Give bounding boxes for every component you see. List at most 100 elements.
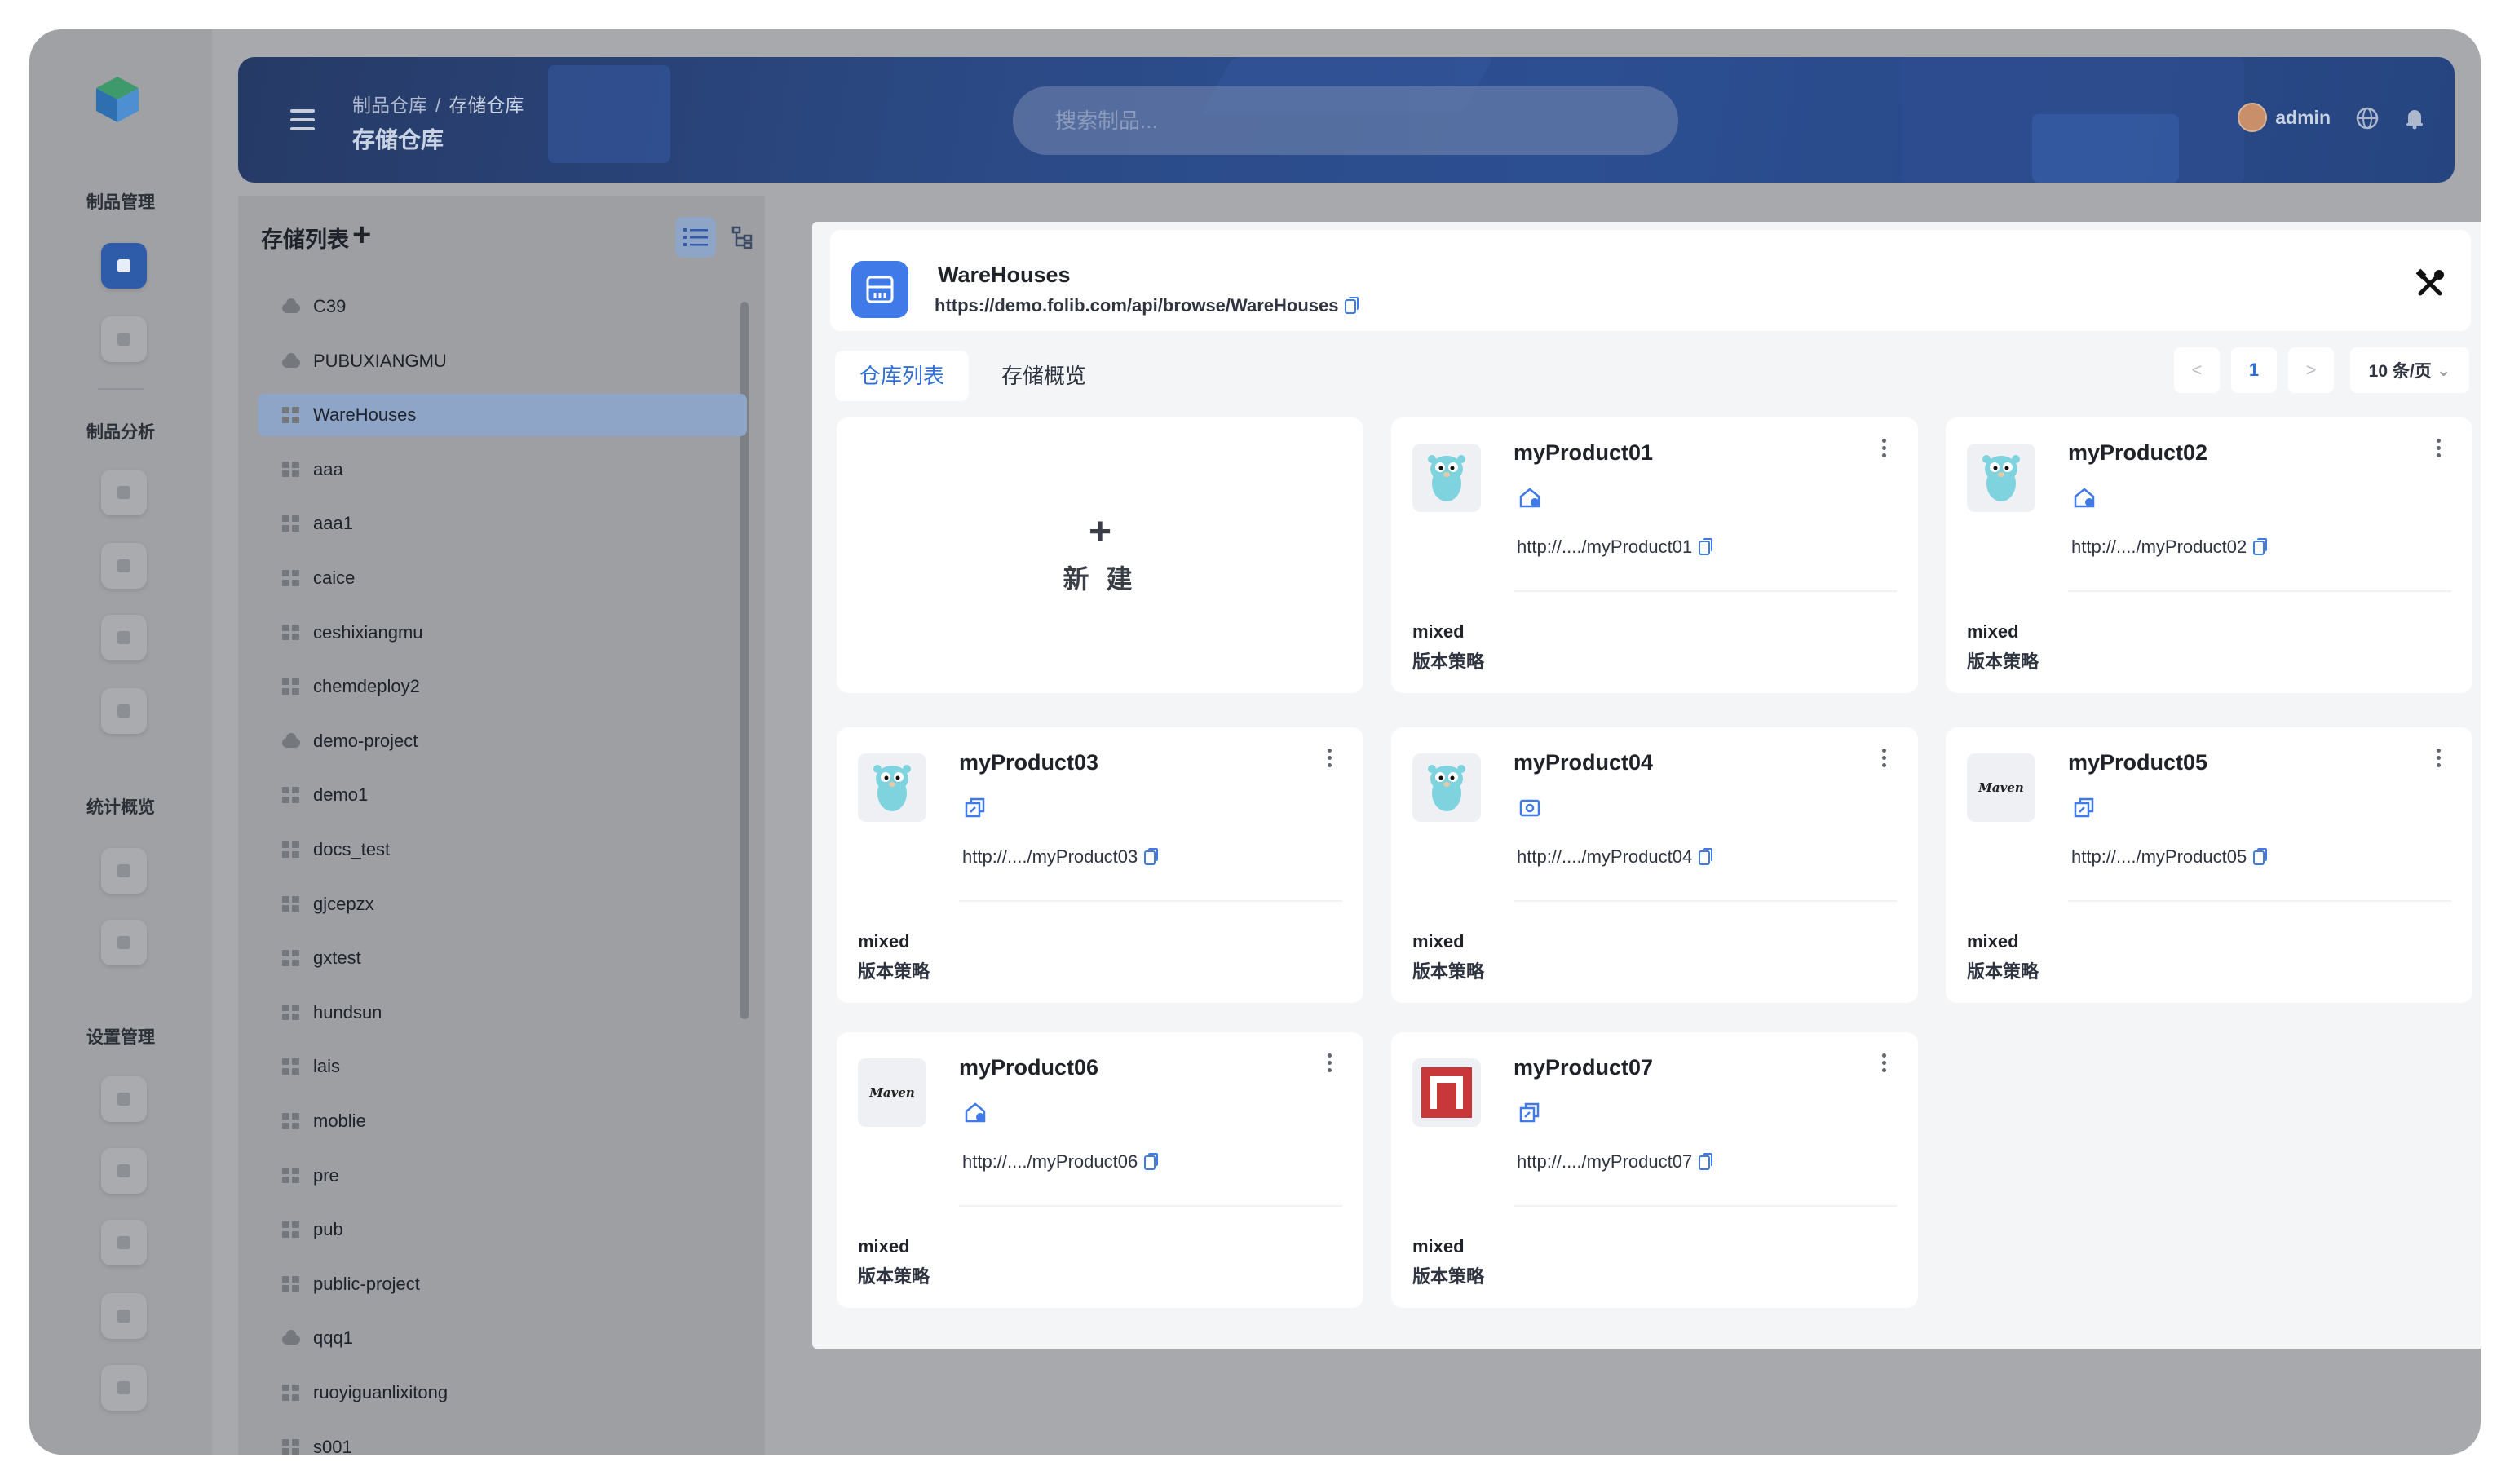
- prev-page-button[interactable]: <: [2174, 347, 2220, 393]
- bell-icon[interactable]: [2402, 106, 2427, 130]
- nav-users-button[interactable]: [101, 1148, 147, 1194]
- server-icon: [851, 261, 908, 318]
- page-size-select[interactable]: 10 条/页 ⌄: [2350, 347, 2469, 393]
- product-card[interactable]: Maven myProduct06 http://..../myProduct06 m…: [837, 1032, 1363, 1308]
- new-repository-card[interactable]: + 新 建: [837, 417, 1363, 693]
- more-options-icon[interactable]: [2437, 749, 2442, 770]
- more-options-icon[interactable]: [1882, 749, 1887, 770]
- product-name[interactable]: myProduct07: [1514, 1055, 1653, 1080]
- list-view-button[interactable]: [675, 217, 716, 258]
- grid-icon: [282, 1167, 300, 1184]
- maven-logo-text: Maven: [1978, 780, 2024, 795]
- tools-icon[interactable]: [2414, 267, 2446, 300]
- breadcrumb-item[interactable]: 制品仓库: [352, 95, 427, 116]
- product-name[interactable]: myProduct01: [1514, 440, 1653, 466]
- storage-list-item[interactable]: chemdeploy2: [258, 665, 747, 708]
- tree-icon: [731, 226, 753, 249]
- nav-roles-button[interactable]: [101, 1220, 147, 1265]
- product-card[interactable]: myProduct07 http://..../myProduct07 mixed 版…: [1391, 1032, 1918, 1308]
- copy-icon[interactable]: [1699, 848, 1713, 866]
- role-icon: [117, 1236, 130, 1249]
- cloud-icon: [282, 732, 300, 749]
- product-name[interactable]: myProduct02: [2068, 440, 2207, 466]
- more-options-icon[interactable]: [1328, 749, 1332, 770]
- user-menu[interactable]: admin: [2238, 103, 2331, 132]
- copy-icon[interactable]: [2253, 848, 2268, 866]
- copy-icon[interactable]: [1699, 1153, 1713, 1171]
- storage-list-item[interactable]: moblie: [258, 1100, 747, 1142]
- nav-repository-button[interactable]: [101, 243, 147, 289]
- storage-list-item[interactable]: public-project: [258, 1263, 747, 1305]
- nav-security-button[interactable]: [101, 1293, 147, 1339]
- grid-icon: [282, 1113, 300, 1129]
- storage-list-item[interactable]: pub: [258, 1208, 747, 1251]
- storage-list-item-label: lais: [313, 1056, 341, 1077]
- copy-icon[interactable]: [2253, 538, 2268, 556]
- storage-list-item[interactable]: PUBUXIANGMU: [258, 340, 747, 382]
- tree-view-button[interactable]: [723, 217, 763, 258]
- storage-list-item[interactable]: docs_test: [258, 828, 747, 871]
- grid-icon: [282, 1004, 300, 1021]
- scan-icon: [117, 486, 130, 499]
- storage-list-item[interactable]: WareHouses: [258, 394, 747, 437]
- product-name[interactable]: myProduct04: [1514, 750, 1653, 775]
- nav-artifact-button[interactable]: [101, 316, 147, 362]
- next-page-button[interactable]: >: [2288, 347, 2334, 393]
- nav-license-button[interactable]: [101, 688, 147, 734]
- storage-list-item[interactable]: gxtest: [258, 937, 747, 979]
- nav-stats-button[interactable]: [101, 848, 147, 894]
- version-policy-label: 版本策略: [1967, 961, 2039, 982]
- product-card[interactable]: myProduct03 http://..../myProduct03 mixed 版…: [837, 727, 1363, 1003]
- gopher-icon: [1412, 753, 1481, 822]
- globe-icon[interactable]: [2355, 106, 2380, 130]
- storage-list-item[interactable]: s001: [258, 1426, 747, 1455]
- storage-list-item[interactable]: lais: [258, 1045, 747, 1088]
- product-card[interactable]: Maven myProduct05 http://..../myProduct05 m…: [1946, 727, 2472, 1003]
- more-options-icon[interactable]: [2437, 439, 2442, 460]
- nav-report-button[interactable]: [101, 543, 147, 589]
- copy-icon[interactable]: [1144, 1153, 1159, 1171]
- storage-list-item[interactable]: demo-project: [258, 720, 747, 762]
- storage-list-item[interactable]: demo1: [258, 774, 747, 816]
- nav-scan-button[interactable]: [101, 470, 147, 515]
- grid-icon: [117, 259, 130, 272]
- product-name[interactable]: myProduct06: [959, 1055, 1098, 1080]
- tab-repository-list[interactable]: 仓库列表: [835, 351, 970, 401]
- product-name[interactable]: myProduct05: [2068, 750, 2207, 775]
- menu-toggle-icon[interactable]: [290, 109, 315, 130]
- product-card[interactable]: myProduct01 http://..../myProduct01 mixed 版…: [1391, 417, 1918, 693]
- storage-list-item-label: moblie: [313, 1111, 366, 1131]
- copy-icon[interactable]: [1345, 297, 1359, 315]
- product-name[interactable]: myProduct03: [959, 750, 1098, 775]
- nav-dashboard-button[interactable]: [101, 920, 147, 965]
- storage-list-item[interactable]: hundsun: [258, 992, 747, 1034]
- copy-icon[interactable]: [1144, 848, 1159, 866]
- product-card[interactable]: myProduct04 http://..../myProduct04 mixed 版…: [1391, 727, 1918, 1003]
- tab-storage-overview[interactable]: 存储概览: [977, 351, 1111, 401]
- storage-list-item[interactable]: C39: [258, 285, 747, 328]
- product-url: http://..../myProduct06: [962, 1151, 1159, 1173]
- storage-list-item[interactable]: aaa1: [258, 502, 747, 545]
- product-card[interactable]: myProduct02 http://..../myProduct02 mixed 版…: [1946, 417, 2472, 693]
- storage-list-item[interactable]: gjcepzx: [258, 883, 747, 925]
- storage-list-item[interactable]: ceshixiangmu: [258, 612, 747, 654]
- nav-vuln-button[interactable]: [101, 615, 147, 660]
- more-options-icon[interactable]: [1328, 1053, 1332, 1075]
- storage-list-item[interactable]: qqq1: [258, 1317, 747, 1359]
- storage-list-item[interactable]: caice: [258, 557, 747, 599]
- nav-settings-button[interactable]: [101, 1076, 147, 1122]
- more-options-icon[interactable]: [1882, 439, 1887, 460]
- divider: [1514, 590, 1897, 592]
- storage-list-item[interactable]: aaa: [258, 448, 747, 491]
- more-options-icon[interactable]: [1882, 1053, 1887, 1075]
- storage-list-item-label: s001: [313, 1436, 352, 1455]
- nav-tools-button[interactable]: [101, 1365, 147, 1411]
- storage-list-item[interactable]: ruoyiguanlixitong: [258, 1371, 747, 1414]
- add-storage-button[interactable]: +: [352, 219, 371, 251]
- storage-list-item[interactable]: pre: [258, 1155, 747, 1197]
- pagination: < 1 > 10 条/页 ⌄: [2174, 347, 2469, 393]
- search-input[interactable]: 搜索制品...: [1013, 86, 1678, 155]
- storage-list-item-label: aaa1: [313, 513, 353, 534]
- copy-icon[interactable]: [1699, 538, 1713, 556]
- page-number[interactable]: 1: [2231, 347, 2277, 393]
